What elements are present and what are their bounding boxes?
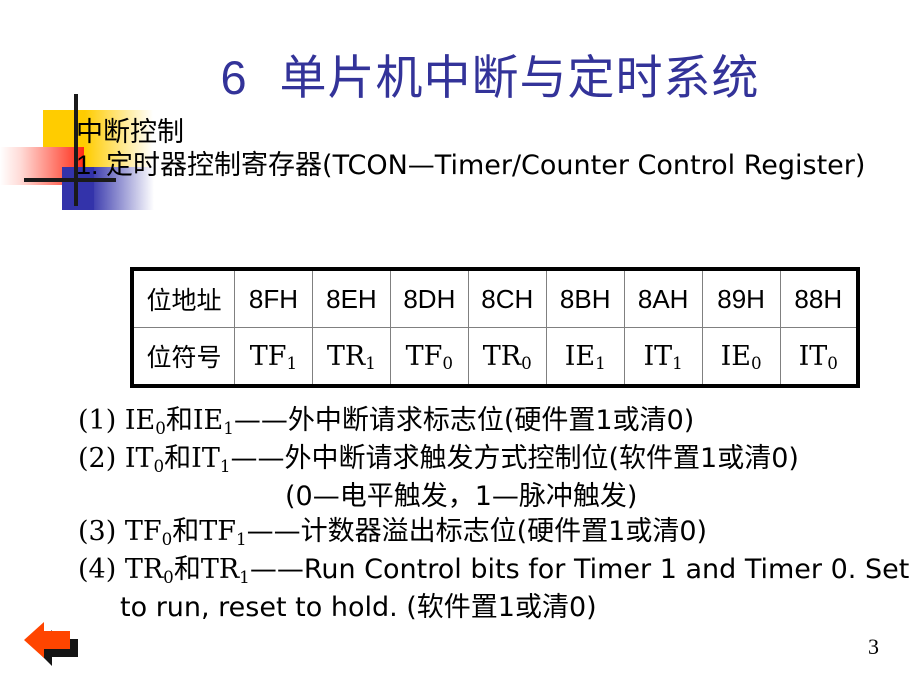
table-cell-address: 8DH (389, 268, 469, 328)
slide-title: 6 单片机中断与定时系统 (0, 52, 920, 105)
table-cell-address: 8AH (623, 268, 703, 328)
bullet-marker: (4) (78, 554, 125, 585)
table-cell-symbol: TR0 (467, 327, 547, 387)
bullet-description: ——计数器溢出标志位(硬件置1或清0) (246, 516, 708, 547)
table-cell-symbol: IT1 (623, 327, 703, 387)
bullet-marker: (1) (78, 405, 125, 436)
back-arrow-icon[interactable] (20, 618, 86, 670)
bullet-description: ——外中断请求触发方式控制位(软件置1或清0) (230, 443, 799, 474)
bullet-item-1: (1) IE0和IE1——外中断请求标志位(硬件置1或清0) (78, 405, 695, 438)
table-cell-symbol: IE0 (701, 327, 781, 387)
bullet-item-trigger-note: (0—电平触发，1—脉冲触发) (285, 481, 638, 512)
table-cell-symbol: TR1 (311, 327, 391, 387)
tcon-register-table: 位地址 8FH 8EH 8DH 8CH 8BH 8AH 89H 88H 位符号 … (130, 267, 860, 388)
table-rowheader-bit-symbol: 位符号 (131, 327, 235, 387)
table-cell-address: 88H (779, 268, 859, 328)
slide-title-text: 单片机中断与定时系统 (279, 51, 760, 106)
bullet-marker: (2) (78, 443, 125, 474)
bullet-item-3: (3) TF0和TF1——计数器溢出标志位(硬件置1或清0) (78, 516, 708, 549)
table-cell-symbol: IT0 (779, 327, 859, 387)
table-cell-address: 8FH (234, 268, 313, 328)
table-rowheader-bit-address: 位地址 (131, 268, 235, 328)
bullet-item-4: (4) TR0和TR1——Run Control bits for Timer … (78, 554, 910, 623)
heading-item-1-text: 定时器控制寄存器(TCON—Timer/Counter Control Regi… (106, 150, 866, 181)
back-arrow-button[interactable] (20, 618, 86, 670)
table-cell-address: 89H (701, 268, 781, 328)
table-cell-symbol: TF0 (389, 327, 469, 387)
heading-item-1: 1. 定时器控制寄存器(TCON—Timer/Counter Control R… (0, 149, 920, 182)
bullet-list: (1) IE0和IE1——外中断请求标志位(硬件置1或清0) (2) IT0和I… (0, 403, 920, 625)
table-cell-symbol: TF1 (234, 327, 313, 387)
slide-canvas: { "slide": { "title_number": "6", "title… (0, 0, 920, 690)
subheading-interrupt-control: 中断控制 (76, 117, 184, 148)
table-cell-address: 8CH (467, 268, 547, 328)
slide-title-number: 6 (220, 51, 248, 104)
table-cell-symbol: IE1 (545, 327, 625, 387)
table-row-bit-address: 位地址 8FH 8EH 8DH 8CH 8BH 8AH 89H 88H (131, 268, 859, 328)
bullet-marker: (3) (78, 516, 125, 547)
table-cell-address: 8EH (311, 268, 391, 328)
heading-item-1-prefix: 1. (76, 150, 107, 180)
table-row-bit-symbol: 位符号 TF1 TR1 TF0 TR0 IE1 IT1 IE0 IT0 (131, 327, 859, 387)
table-cell-address: 8BH (545, 268, 625, 328)
heading-block: 中断控制 1. 定时器控制寄存器(TCON—Timer/Counter Cont… (0, 116, 920, 182)
bullet-description: ——外中断请求标志位(硬件置1或清0) (233, 405, 695, 436)
bullet-item-2: (2) IT0和IT1——外中断请求触发方式控制位(软件置1或清0) (78, 443, 799, 476)
page-number: 3 (868, 634, 879, 659)
